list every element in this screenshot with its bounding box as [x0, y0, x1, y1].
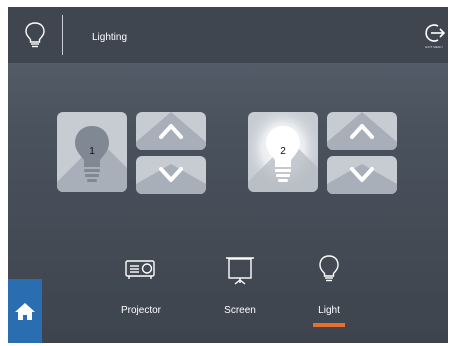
light-1-toggle-button[interactable]: 1	[57, 112, 127, 192]
header-divider	[62, 15, 63, 55]
lightbulb-icon	[25, 22, 45, 48]
nav-projector-label: Projector	[120, 305, 161, 316]
header-bar: Lighting EXIT MENU	[8, 7, 448, 63]
light-2-up-button[interactable]	[327, 112, 397, 150]
projector-icon	[125, 260, 155, 279]
chevron-up-icon	[327, 112, 397, 150]
nav-screen-label: Screen	[224, 305, 256, 316]
light-1-up-button[interactable]	[136, 112, 206, 150]
chevron-down-icon	[327, 164, 397, 194]
lighting-screen: Lighting EXIT MENU 1 2 Projector Screen …	[8, 7, 448, 343]
light-1-number: 1	[89, 146, 95, 157]
exit-menu-button[interactable]	[422, 21, 446, 55]
light-1-down-button[interactable]	[136, 156, 206, 194]
projection-screen-icon	[226, 257, 254, 285]
home-icon	[15, 303, 35, 320]
light-2-number: 2	[280, 146, 286, 157]
nav-light-label: Light	[318, 305, 340, 316]
exit-icon	[425, 24, 446, 42]
active-tab-indicator	[313, 323, 345, 327]
light-2-down-button[interactable]	[327, 156, 397, 194]
chevron-up-icon	[136, 112, 206, 150]
page-title: Lighting	[92, 32, 128, 43]
chevron-down-icon	[136, 164, 206, 194]
home-button[interactable]	[8, 279, 42, 343]
light-2-toggle-button[interactable]: 2	[248, 112, 318, 192]
exit-menu-label: EXIT MENU	[425, 45, 443, 49]
lightbulb-icon	[319, 255, 339, 282]
